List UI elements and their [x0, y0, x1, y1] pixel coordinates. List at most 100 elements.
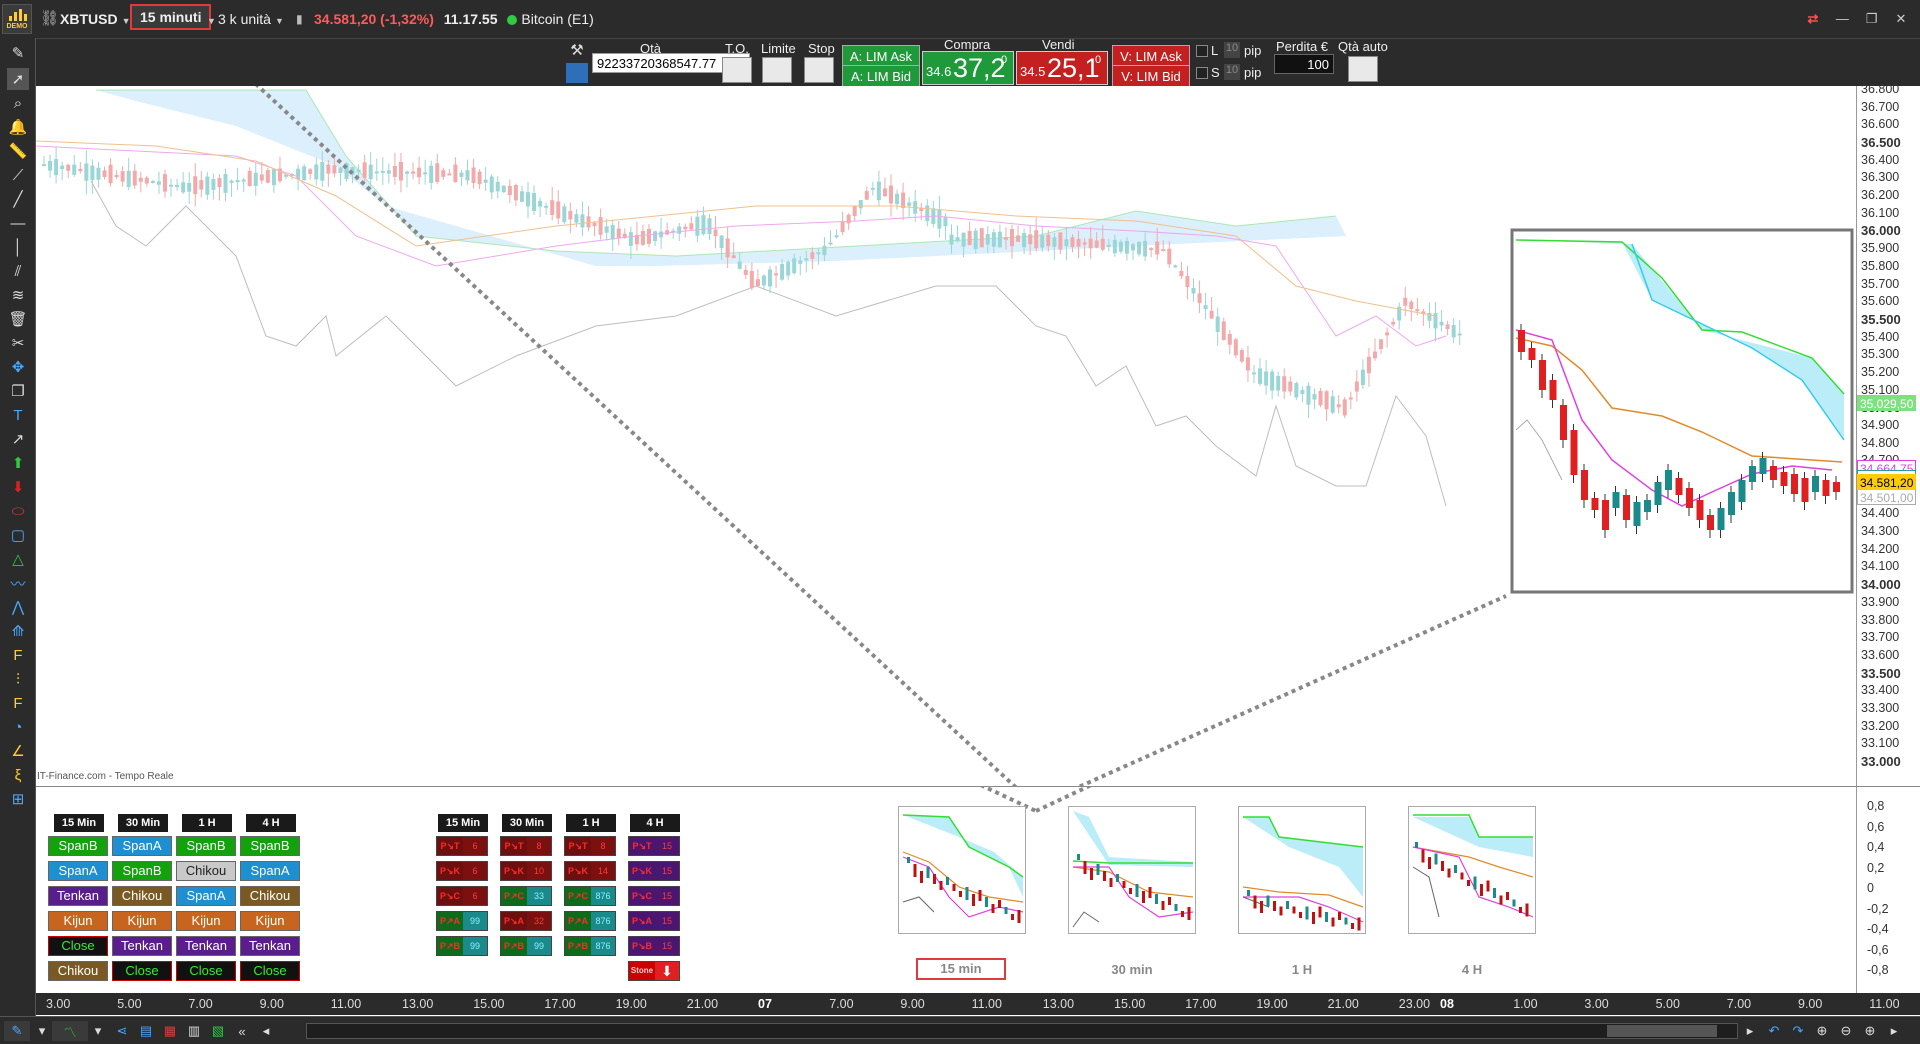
- mini-chart-0[interactable]: [898, 806, 1026, 934]
- restore-icon[interactable]: ❐: [1861, 8, 1883, 30]
- stop-order-button[interactable]: [804, 57, 834, 83]
- mini-chart-label[interactable]: 15 min: [916, 958, 1006, 980]
- fib-extension-icon[interactable]: ⫶: [7, 668, 29, 690]
- link-icon[interactable]: ⛓: [40, 6, 59, 32]
- alert-bell-icon[interactable]: 🔔: [7, 116, 29, 138]
- buy-lim-ask-button[interactable]: A: LIM Ask: [842, 45, 920, 67]
- segment-icon[interactable]: ⟋: [7, 164, 29, 186]
- channel-icon[interactable]: ⫽: [7, 260, 29, 282]
- fib-arc-icon[interactable]: ∠: [7, 740, 29, 762]
- candles-icon[interactable]: ▥: [184, 1021, 204, 1041]
- mini-chart-label[interactable]: 1 H: [1238, 962, 1366, 977]
- arrow-tool-icon[interactable]: ↗: [7, 428, 29, 450]
- long-pip-input[interactable]: 10: [1224, 42, 1240, 58]
- triangle-icon[interactable]: △: [7, 548, 29, 570]
- limit-order-button[interactable]: [762, 57, 792, 83]
- sell-lim-bid-button[interactable]: V: LIM Bid: [1112, 65, 1190, 87]
- short-checkbox[interactable]: [1196, 67, 1208, 79]
- candle: [1294, 381, 1299, 400]
- candle: [1034, 217, 1039, 252]
- buy-lim-bid-button[interactable]: A: LIM Bid: [842, 65, 920, 87]
- price-axis[interactable]: 36.800 36.700 36.600 36.500 36.400 36.300 36.2…: [1856, 82, 1920, 786]
- backtest-icon[interactable]: ▦: [160, 1021, 180, 1041]
- mini-chart-label[interactable]: 4 H: [1408, 962, 1536, 977]
- rectangle-icon[interactable]: ▢: [7, 524, 29, 546]
- buy-price-button[interactable]: 34.6 37,2 0: [922, 51, 1014, 85]
- candle: [1421, 308, 1426, 326]
- text-icon[interactable]: T: [7, 404, 29, 426]
- price-tick: 35.600: [1861, 294, 1900, 309]
- trash-icon[interactable]: 🗑: [7, 308, 29, 330]
- undo-icon[interactable]: ↶: [1764, 1021, 1784, 1041]
- chart-type-icon[interactable]: 〽: [52, 1021, 88, 1041]
- pen-style-icon[interactable]: ✎: [4, 1021, 30, 1041]
- scroll-left-fast-icon[interactable]: «: [232, 1021, 252, 1041]
- sync-icon[interactable]: ⇄: [1802, 8, 1824, 30]
- long-checkbox[interactable]: [1196, 45, 1208, 57]
- zoom-out-icon[interactable]: ⊖: [1836, 1021, 1856, 1041]
- mini-candle: [1441, 861, 1444, 871]
- timeframe-dropdown-icon[interactable]: ▼: [203, 6, 216, 32]
- to-order-button[interactable]: [722, 57, 752, 83]
- loss-input[interactable]: 100: [1274, 54, 1334, 74]
- fib-time-icon[interactable]: F: [7, 692, 29, 714]
- mini-chart-1[interactable]: [1068, 806, 1196, 934]
- redo-icon[interactable]: ↷: [1788, 1021, 1808, 1041]
- sell-lim-ask-button[interactable]: V: LIM Ask: [1112, 45, 1190, 67]
- time-axis[interactable]: 3.00 5.00 7.00 9.00 11.00 13.00 15.00 17.00 19.0…: [36, 993, 1920, 1015]
- scroll-right-icon[interactable]: ▸: [1740, 1021, 1760, 1041]
- units-selector[interactable]: 3 k unità ▼: [218, 6, 284, 32]
- price-chart[interactable]: [35, 22, 1856, 808]
- mini-chart-2[interactable]: [1238, 806, 1366, 934]
- timeframe-selector[interactable]: 15 minuti: [130, 4, 212, 30]
- wave-icon[interactable]: 〰: [7, 572, 29, 594]
- horizontal-scrollbar[interactable]: [306, 1023, 1738, 1039]
- copy-icon[interactable]: ❐: [7, 380, 29, 402]
- chevron-down-icon[interactable]: ▾: [32, 1021, 52, 1041]
- short-pip-input[interactable]: 10: [1224, 64, 1240, 80]
- ruler-icon[interactable]: 📏: [7, 140, 29, 162]
- more-icon[interactable]: ▸: [1884, 1021, 1904, 1041]
- arrow-up-icon[interactable]: ⬆: [7, 452, 29, 474]
- zoom-icon[interactable]: ⌕: [7, 92, 29, 114]
- fib-circle-icon[interactable]: ξ: [7, 764, 29, 786]
- pattern-icon[interactable]: ⋀: [7, 596, 29, 618]
- scroll-left-icon[interactable]: ◂: [256, 1021, 276, 1041]
- trendline-icon[interactable]: ╱: [7, 188, 29, 210]
- cursor-icon[interactable]: ➚: [7, 68, 29, 90]
- vertical-line-icon[interactable]: │: [7, 236, 29, 258]
- move-icon[interactable]: ✥: [7, 356, 29, 378]
- share-icon[interactable]: ⋖: [112, 1021, 132, 1041]
- close-icon[interactable]: ✕: [1890, 8, 1912, 30]
- symbol-selector[interactable]: XBTUSD ▼: [60, 6, 130, 32]
- grid-icon[interactable]: ⊞: [7, 788, 29, 810]
- gann-icon[interactable]: ◔: [7, 716, 29, 738]
- screener-icon[interactable]: ▧: [208, 1021, 228, 1041]
- oscillator-axis[interactable]: 0,8 0,6 0,4 0,2 0 -0,2 -0,4 -0,6 -0,8: [1856, 786, 1920, 993]
- sell-price-button[interactable]: 34.5 25,1 0: [1016, 51, 1108, 85]
- zoom-in-icon[interactable]: ⊕: [1860, 1021, 1880, 1041]
- inset-candle: [1570, 424, 1578, 483]
- candle: [1433, 302, 1438, 342]
- indicators-icon[interactable]: ▤: [136, 1021, 156, 1041]
- keypad-icon[interactable]: [566, 63, 588, 83]
- chevron-down-icon[interactable]: ▾: [88, 1021, 108, 1041]
- mini-candle: [1077, 854, 1080, 860]
- ellipse-icon[interactable]: ⬭: [7, 500, 29, 522]
- mini-chart-3[interactable]: [1408, 806, 1536, 934]
- minimize-icon[interactable]: —: [1831, 8, 1853, 30]
- tools-icon[interactable]: ✂: [7, 332, 29, 354]
- auto-qty-button[interactable]: [1348, 56, 1378, 82]
- fib-fan-icon[interactable]: ⟰: [7, 620, 29, 642]
- fibonacci-icon[interactable]: ≋: [7, 284, 29, 306]
- zoom-fit-icon[interactable]: ⊕: [1812, 1021, 1832, 1041]
- horizontal-line-icon[interactable]: —: [7, 212, 29, 234]
- wrench-icon[interactable]: ⚒: [566, 41, 588, 61]
- arrow-down-icon[interactable]: ⬇: [7, 476, 29, 498]
- fib-retracement-icon[interactable]: F: [7, 644, 29, 666]
- pencil-icon[interactable]: ✎: [7, 42, 29, 64]
- info-icon[interactable]: ▮: [296, 6, 303, 32]
- scrollbar-thumb[interactable]: [1607, 1025, 1717, 1037]
- mini-candle: [998, 900, 1001, 908]
- mini-chart-label[interactable]: 30 min: [1068, 962, 1196, 977]
